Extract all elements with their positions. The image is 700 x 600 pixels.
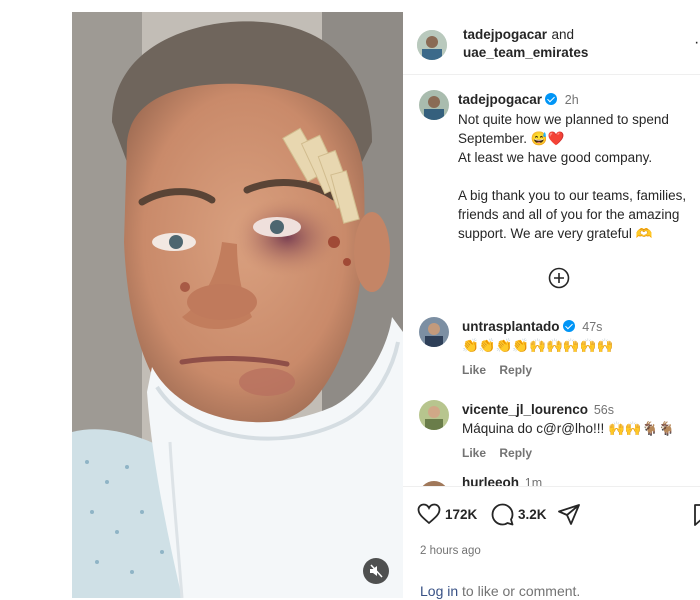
comment-actions: Like Reply <box>462 446 532 460</box>
caption-username[interactable]: tadejpogacar <box>458 92 542 107</box>
verified-badge-icon <box>545 93 558 105</box>
comment-bubble-icon <box>491 503 514 526</box>
caption: tadejpogacar 2h Not quite how we planned… <box>458 90 696 243</box>
like-comment-button[interactable]: Like <box>462 446 486 460</box>
more-options-icon[interactable]: · <box>694 39 700 47</box>
avatar-image <box>419 400 449 430</box>
share-button[interactable] <box>557 503 581 526</box>
plus-circle-icon <box>548 267 570 289</box>
comment-time[interactable]: 56s <box>594 403 614 417</box>
comment-time[interactable]: 1m <box>525 476 542 486</box>
save-button[interactable] <box>693 503 700 527</box>
avatar-image <box>419 317 449 347</box>
comment-item: hurleeoh 1m <box>462 475 542 486</box>
like-comment-button[interactable]: Like <box>462 363 486 377</box>
comment-actions: Like Reply <box>462 363 532 377</box>
login-prompt-text: to like or comment. <box>458 583 581 599</box>
caption-text: Not quite how we planned to spend Septem… <box>458 112 687 241</box>
reply-comment-button[interactable]: Reply <box>499 363 532 377</box>
heart-icon <box>417 503 441 525</box>
bookmark-icon <box>694 504 700 526</box>
avatar-image <box>419 90 449 120</box>
login-link[interactable]: Log in <box>420 583 458 599</box>
like-count: 172K <box>445 506 478 522</box>
comment-username[interactable]: hurleeoh <box>462 475 519 486</box>
comment-username[interactable]: vicente_jl_lourenco <box>462 402 588 417</box>
paper-plane-icon <box>558 504 580 525</box>
caption-avatar[interactable] <box>419 90 449 120</box>
reply-comment-button[interactable]: Reply <box>499 446 532 460</box>
login-prompt: Log in to like or comment. <box>420 583 580 599</box>
like-button[interactable]: 172K <box>417 503 477 525</box>
audio-muted-button[interactable] <box>363 558 389 584</box>
post-side-panel: tadejpogacar and uae_team_emirates · tad… <box>403 12 700 599</box>
comment-count: 3.2K <box>518 507 547 522</box>
comment-text: 👏👏👏👏🙌🙌🙌🙌🙌 <box>462 338 614 353</box>
collab-avatar[interactable] <box>417 30 447 60</box>
post-photo <box>72 12 403 598</box>
author-secondary-link[interactable]: uae_team_emirates <box>463 45 588 60</box>
avatar-image <box>417 30 447 60</box>
author-conjunction: and <box>551 27 575 42</box>
load-more-comments-button[interactable] <box>548 267 570 289</box>
post-timestamp[interactable]: 2 hours ago <box>420 545 481 557</box>
post-media[interactable] <box>72 12 403 598</box>
verified-badge-icon <box>562 320 575 332</box>
comment-avatar[interactable] <box>419 317 449 347</box>
comment-text: Máquina do c@r@lho!!! 🙌🙌🐐🐐 <box>462 421 676 436</box>
comments-list[interactable]: tadejpogacar 2h Not quite how we planned… <box>403 74 700 486</box>
comment-avatar[interactable] <box>419 400 449 430</box>
author-primary-link[interactable]: tadejpogacar <box>463 27 547 42</box>
comment-username[interactable]: untrasplantado <box>462 319 560 334</box>
comment-item: vicente_jl_lourenco 56s <box>462 402 614 417</box>
speaker-muted-icon <box>370 564 383 578</box>
comment-item: untrasplantado 47s <box>462 319 602 334</box>
caption-time[interactable]: 2h <box>565 93 579 107</box>
post-actions-bar: 172K 3.2K 2 hours ago Log in to like or … <box>403 486 700 599</box>
post-header: tadejpogacar and uae_team_emirates · <box>403 12 700 75</box>
comment-button[interactable]: 3.2K <box>491 503 547 526</box>
comment-time[interactable]: 47s <box>582 320 602 334</box>
